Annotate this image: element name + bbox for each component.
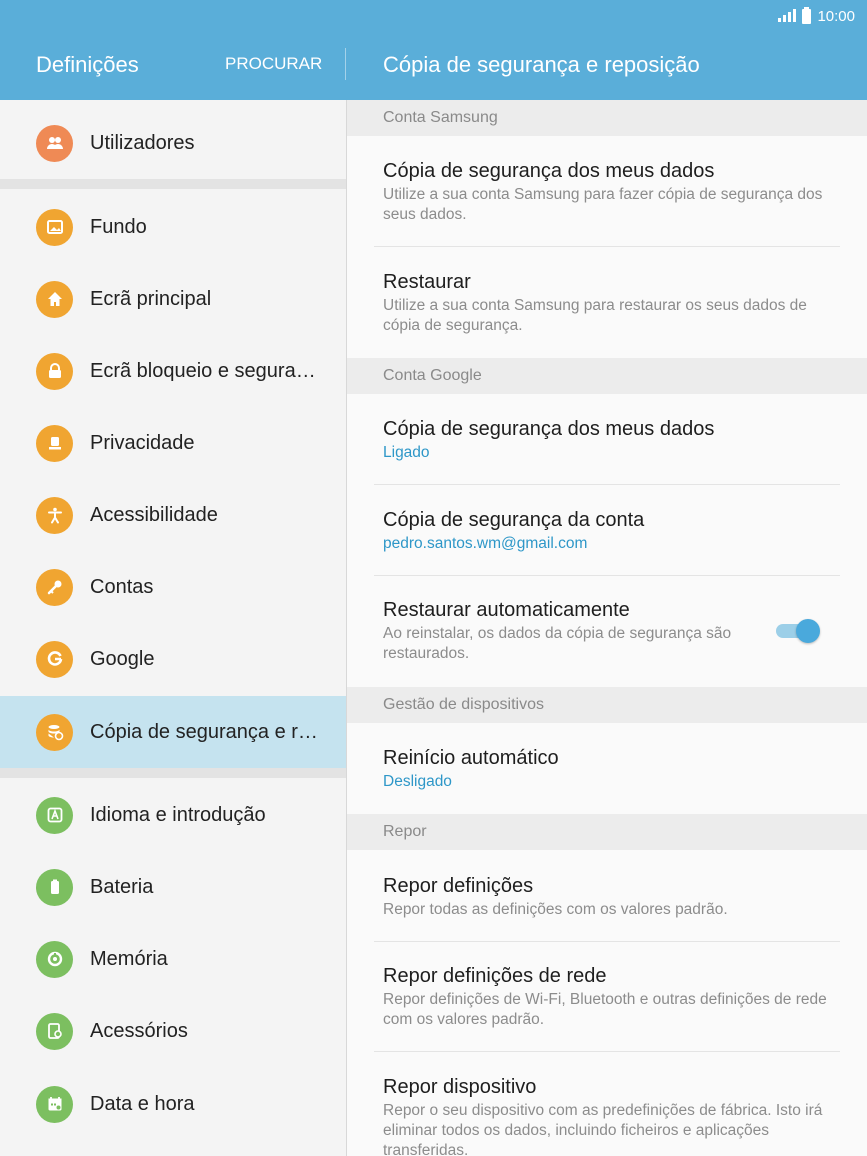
section-header-reset: Repor (347, 814, 867, 850)
home-icon (36, 280, 73, 318)
sidebar-separator (0, 768, 346, 778)
sidebar-item-label: Ecrã principal (90, 287, 212, 310)
setting-subtitle: Ao reinstalar, os dados da cópia de segu… (383, 625, 732, 662)
setting-reset-device[interactable]: Repor dispositivo Repor o seu dispositiv… (383, 1074, 843, 1156)
sidebar-item-label: Acessibilidade (90, 503, 218, 526)
sidebar-item-bateria[interactable]: Bateria (0, 851, 346, 923)
setting-title: Restaurar automaticamente (383, 599, 630, 621)
accessibility-icon (36, 496, 73, 534)
setting-title: Cópia de segurança dos meus dados (383, 418, 715, 440)
setting-subtitle: Utilize a sua conta Samsung para restaur… (383, 297, 807, 334)
app-bar: 10:00 Definições PROCURAR Cópia de segur… (0, 0, 867, 100)
sidebar-item-label: Privacidade (90, 431, 195, 454)
row-divider (374, 941, 840, 942)
sidebar-item-ecra-principal[interactable]: Ecrã principal (0, 263, 346, 335)
users-icon (36, 124, 73, 162)
clock: 10:00 (817, 7, 855, 25)
setting-title: Repor definições de rede (383, 965, 607, 987)
appbar-divider (345, 48, 346, 80)
toggle-knob (796, 619, 820, 643)
memory-icon (36, 940, 73, 978)
setting-subtitle: Repor o seu dispositivo com as predefini… (383, 1102, 823, 1156)
status-bar: 10:00 (778, 6, 855, 26)
setting-title: Cópia de segurança da conta (383, 509, 645, 531)
sidebar-item-label: Bateria (90, 875, 154, 898)
setting-backup-account[interactable]: Cópia de segurança da conta pedro.santos… (383, 507, 843, 554)
section-header-samsung: Conta Samsung (347, 100, 867, 136)
sidebar-item-privacidade[interactable]: Privacidade (0, 407, 346, 479)
setting-subtitle: Utilize a sua conta Samsung para fazer c… (383, 186, 823, 223)
account-email: pedro.santos.wm@gmail.com (383, 535, 588, 552)
sidebar-item-label: Memória (90, 947, 168, 970)
sidebar-item-label: Data e hora (90, 1092, 195, 1115)
backup-icon (36, 713, 73, 751)
row-divider (374, 246, 840, 247)
setting-title: Cópia de segurança dos meus dados (383, 160, 715, 182)
signal-icon (778, 9, 797, 22)
sidebar-separator (0, 179, 346, 189)
sidebar-item-ecra-bloqueio[interactable]: Ecrã bloqueio e segura… (0, 335, 346, 407)
page-title: Cópia de segurança e reposição (383, 52, 700, 77)
google-icon (36, 640, 73, 678)
sidebar-item-data-hora[interactable]: Data e hora (0, 1068, 346, 1140)
sidebar-item-label: Ecrã bloqueio e segura… (90, 359, 316, 382)
row-divider (374, 575, 840, 576)
row-divider (374, 484, 840, 485)
sidebar: Utilizadores Fundo Ecrã principal Ecrã b… (0, 100, 346, 1156)
section-header-google: Conta Google (347, 358, 867, 394)
accessories-icon (36, 1012, 73, 1050)
sidebar-item-label: Contas (90, 575, 154, 598)
setting-title: Restaurar (383, 271, 471, 293)
setting-reset-network[interactable]: Repor definições de rede Repor definiçõe… (383, 963, 843, 1030)
setting-auto-restart[interactable]: Reinício automático Desligado (383, 745, 843, 792)
sidebar-item-copia-seguranca[interactable]: Cópia de segurança e r… (0, 696, 346, 768)
auto-restore-toggle[interactable] (776, 619, 820, 643)
battery-icon (36, 868, 73, 906)
sidebar-item-label: Utilizadores (90, 131, 195, 154)
sidebar-item-fundo[interactable]: Fundo (0, 191, 346, 263)
setting-samsung-restore[interactable]: Restaurar Utilize a sua conta Samsung pa… (383, 269, 843, 336)
setting-subtitle: Repor definições de Wi-Fi, Bluetooth e o… (383, 991, 827, 1028)
setting-title: Repor dispositivo (383, 1076, 537, 1098)
setting-samsung-backup[interactable]: Cópia de segurança dos meus dados Utiliz… (383, 158, 843, 225)
battery-icon (802, 6, 812, 24)
sidebar-item-label: Fundo (90, 215, 147, 238)
setting-status: Desligado (383, 773, 452, 790)
sidebar-item-memoria[interactable]: Memória (0, 923, 346, 995)
settings-title: Definições (36, 52, 139, 77)
section-header-device-management: Gestão de dispositivos (347, 687, 867, 723)
search-button[interactable]: PROCURAR (225, 54, 322, 74)
sidebar-item-utilizadores[interactable]: Utilizadores (0, 107, 346, 179)
setting-title: Repor definições (383, 875, 534, 897)
sidebar-item-idioma[interactable]: Idioma e introdução (0, 779, 346, 851)
row-divider (374, 1051, 840, 1052)
calendar-icon (36, 1085, 73, 1123)
sidebar-item-label: Acessórios (90, 1019, 188, 1042)
setting-status: Ligado (383, 444, 430, 461)
sidebar-item-contas[interactable]: Contas (0, 551, 346, 623)
setting-auto-restore[interactable]: Restaurar automaticamente Ao reinstalar,… (383, 597, 773, 664)
setting-google-backup[interactable]: Cópia de segurança dos meus dados Ligado (383, 416, 843, 463)
setting-reset-settings[interactable]: Repor definições Repor todas as definiçõ… (383, 873, 843, 920)
sidebar-item-label: Cópia de segurança e r… (90, 720, 318, 743)
sidebar-item-label: Google (90, 647, 155, 670)
backup-reset-panel: Conta Samsung Cópia de segurança dos meu… (347, 100, 867, 1156)
wallpaper-icon (36, 208, 73, 246)
privacy-icon (36, 424, 73, 462)
sidebar-item-acessibilidade[interactable]: Acessibilidade (0, 479, 346, 551)
sidebar-item-google[interactable]: Google (0, 623, 346, 695)
lock-icon (36, 352, 73, 390)
sidebar-item-acessorios[interactable]: Acessórios (0, 995, 346, 1067)
language-icon (36, 796, 73, 834)
setting-title: Reinício automático (383, 747, 559, 769)
sidebar-item-label: Idioma e introdução (90, 803, 266, 826)
setting-subtitle: Repor todas as definições com os valores… (383, 901, 728, 918)
key-icon (36, 568, 73, 606)
